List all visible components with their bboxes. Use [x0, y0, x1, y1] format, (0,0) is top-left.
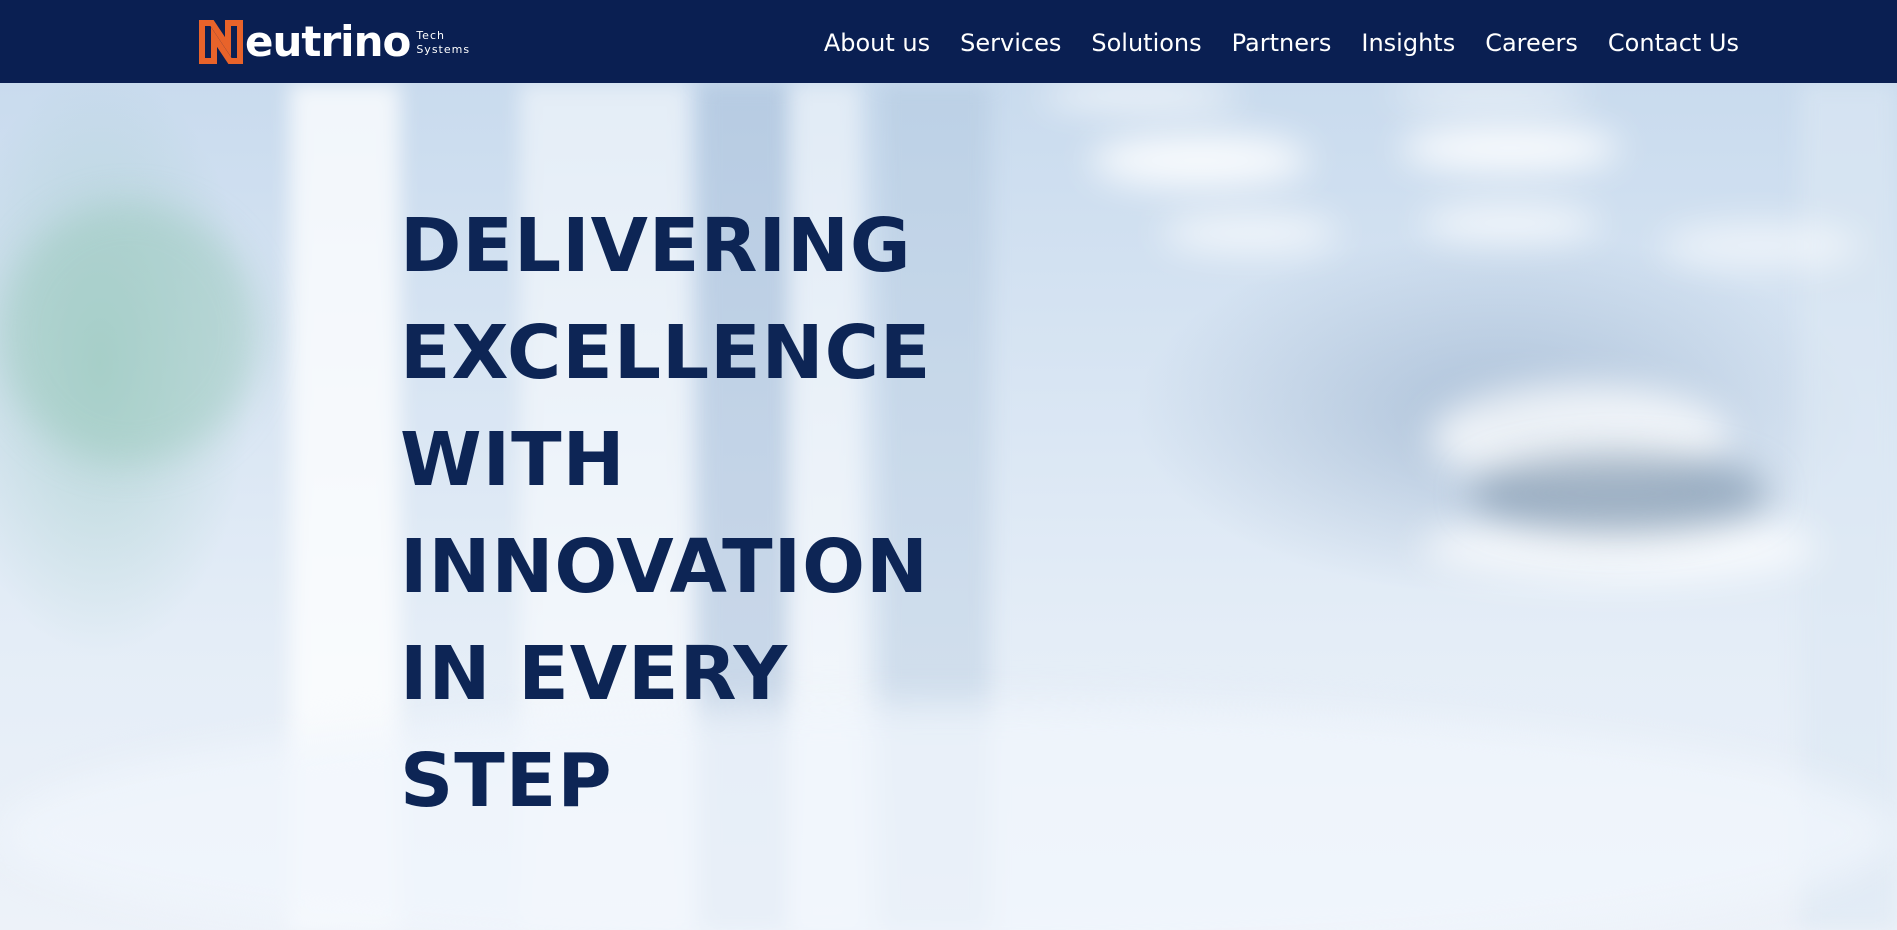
bg-dark-panel: [1470, 453, 1770, 533]
logo-wordmark: eutrino: [245, 17, 411, 66]
brand-logo[interactable]: eutrino Tech Systems: [198, 18, 470, 66]
nav-partners[interactable]: Partners: [1232, 29, 1332, 57]
logo-tagline: Tech Systems: [416, 29, 470, 57]
nav-about-us[interactable]: About us: [824, 29, 930, 57]
site-header: eutrino Tech Systems About us Services S…: [0, 0, 1897, 83]
hero-headline-line: STEP: [400, 738, 613, 824]
bg-foliage: [0, 203, 260, 463]
hero-headline-line: EXCELLENCE: [400, 310, 932, 396]
bg-ceiling-light: [1390, 83, 1590, 103]
logo-tagline-line1: Tech: [416, 29, 445, 42]
bg-floor-glow: [0, 703, 1897, 930]
hero-section: DELIVERING EXCELLENCE WITH INNOVATION IN…: [0, 83, 1897, 930]
main-nav: About us Services Solutions Partners Ins…: [824, 0, 1739, 85]
hero-headline-line: WITH: [400, 417, 626, 503]
nav-services[interactable]: Services: [960, 29, 1061, 57]
bg-ceiling-light: [1400, 123, 1620, 173]
nav-careers[interactable]: Careers: [1485, 29, 1578, 57]
logo-n-icon: [199, 20, 243, 64]
bg-ceiling-light: [1090, 133, 1310, 188]
nav-insights[interactable]: Insights: [1361, 29, 1455, 57]
hero-headline-line: IN EVERY: [400, 631, 789, 717]
hero-headline: DELIVERING EXCELLENCE WITH INNOVATION IN…: [400, 193, 931, 835]
bg-ceiling-light: [1160, 213, 1340, 253]
hero-headline-line: DELIVERING: [400, 203, 912, 289]
logo-tagline-line2: Systems: [416, 43, 471, 56]
hero-headline-line: INNOVATION: [400, 524, 929, 610]
bg-ceiling-light: [1660, 223, 1860, 268]
nav-contact-us[interactable]: Contact Us: [1608, 29, 1739, 57]
bg-ceiling-light: [1420, 203, 1600, 243]
bg-ceiling-light: [1040, 83, 1240, 108]
nav-solutions[interactable]: Solutions: [1091, 29, 1201, 57]
